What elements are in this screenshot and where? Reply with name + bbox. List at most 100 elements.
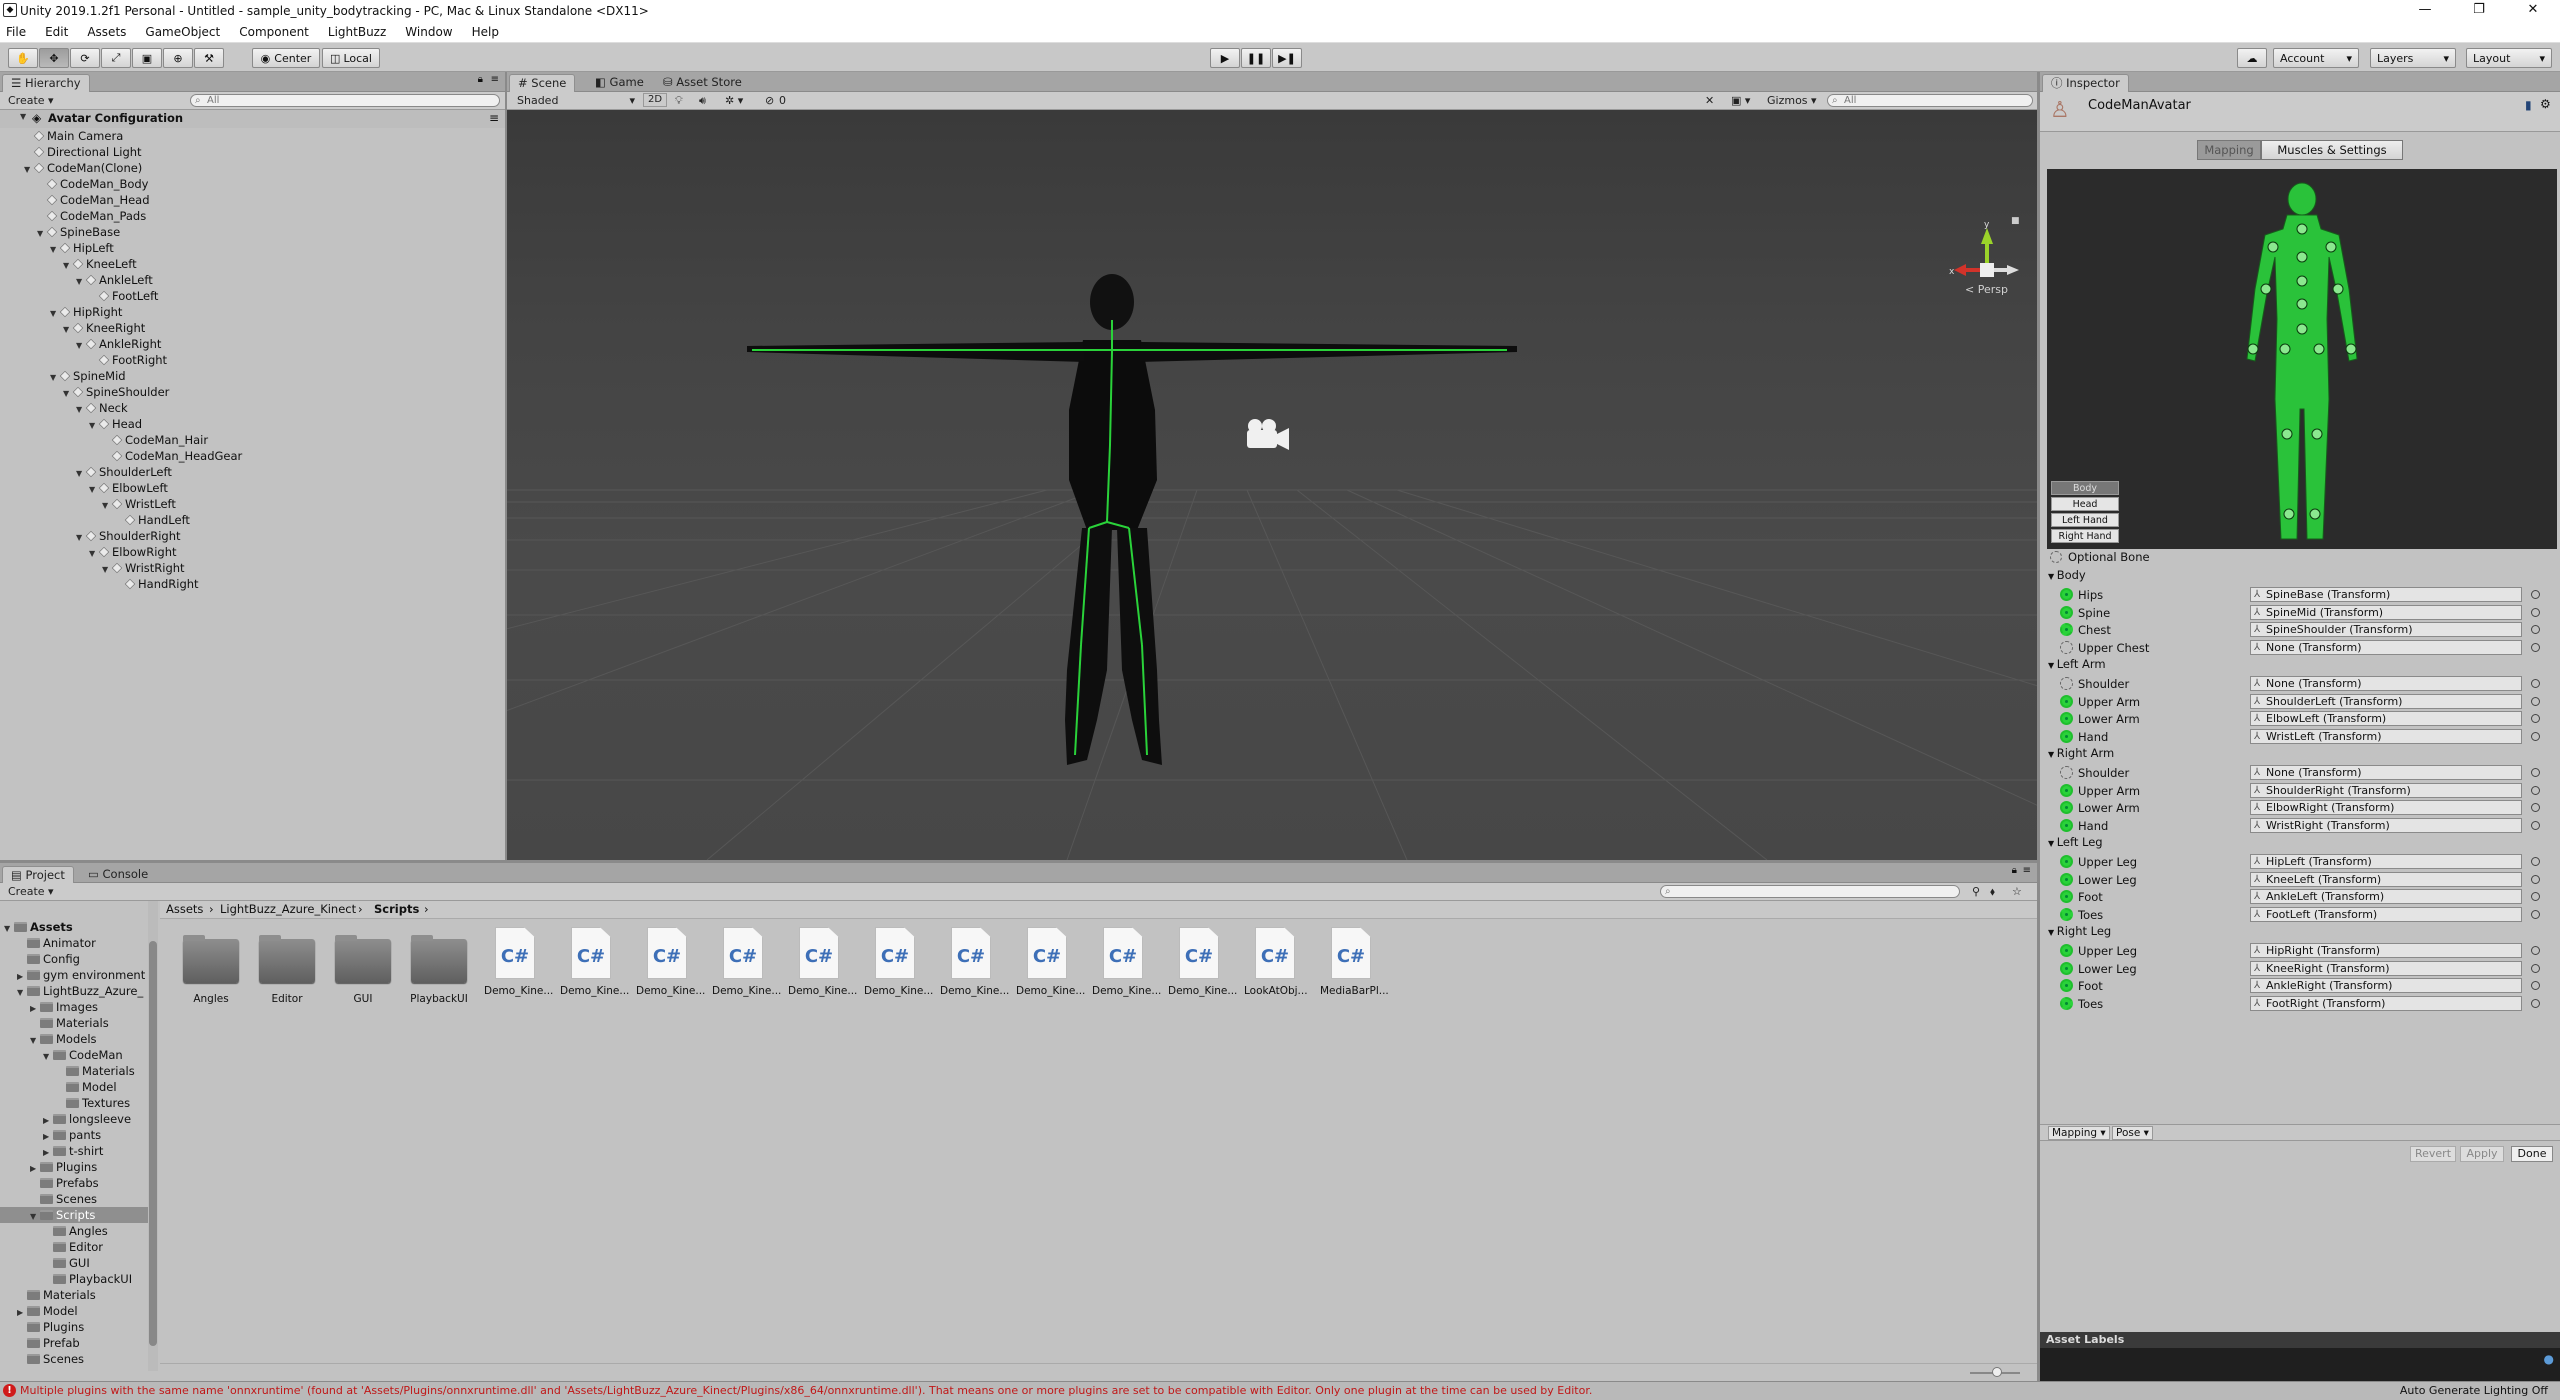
expand-arrow-icon[interactable]: ▼ [4,921,14,937]
bone-transform-field[interactable]: None (Transform) [2250,675,2522,691]
expand-arrow-icon[interactable]: ▼ [2048,750,2057,759]
menu-component[interactable]: Component [239,25,309,39]
bone-status-icon[interactable] [2060,997,2073,1011]
project-tree-item[interactable]: Materials [56,1063,135,1079]
object-picker-icon[interactable] [2531,803,2540,813]
bone-transform-field[interactable]: KneeLeft (Transform) [2250,871,2522,887]
hierarchy-item[interactable]: ▼ ShoulderRight [76,528,181,544]
avatar-body-view[interactable]: Body Head Left Hand Right Hand [2047,169,2557,549]
bone-status-icon[interactable] [2060,694,2073,708]
object-picker-icon[interactable] [2531,589,2540,599]
project-tree-item[interactable]: ▶ Plugins [30,1159,97,1175]
mapping-dropdown[interactable]: Mapping ▾ [2048,1126,2110,1140]
hierarchy-item[interactable]: ▼ SpineBase [37,224,120,240]
project-tree-item[interactable]: Prefabs [30,1175,99,1191]
asset-script[interactable]: C# Demo_Kine... [864,927,933,997]
hierarchy-item[interactable]: FootLeft [89,288,158,304]
bone-status-icon[interactable] [2060,641,2073,655]
bone-group-header[interactable]: ▼ Left Arm [2048,657,2106,671]
bone-status-icon[interactable] [2060,712,2073,726]
hierarchy-item[interactable]: ▼ SpineShoulder [63,384,169,400]
restore-icon[interactable]: ❐ [2452,0,2506,21]
project-tree-item[interactable]: ▶ Model [17,1303,78,1319]
project-tree-item[interactable]: GUI [43,1255,90,1271]
panel-splitter[interactable] [2037,72,2040,1381]
project-tree-item[interactable]: Scenes [17,1351,84,1367]
asset-script[interactable]: C# Demo_Kine... [712,927,781,997]
panel-splitter[interactable] [0,860,2037,863]
bone-group-header[interactable]: ▼ Body [2048,568,2086,582]
hierarchy-item[interactable]: ▼ AnkleRight [76,336,161,352]
expand-arrow-icon[interactable]: ▼ [76,466,86,482]
asset-script[interactable]: C# Demo_Kine... [1092,927,1161,997]
lock-icon[interactable]: 🔒︎ [478,74,483,85]
expand-arrow-icon[interactable]: ▼ [2048,928,2057,937]
project-tree-item[interactable]: PlaybackUI [43,1271,132,1287]
bone-transform-field[interactable]: FootRight (Transform) [2250,996,2522,1012]
done-button[interactable]: Done [2511,1146,2553,1162]
project-tree-item[interactable]: Animator [17,935,96,951]
project-tree-item[interactable]: ▼ Scripts [0,1207,148,1223]
object-picker-icon[interactable] [2531,714,2540,724]
project-tree-item[interactable]: Angles [43,1223,108,1239]
menu-edit[interactable]: Edit [45,25,68,39]
apply-button[interactable]: Apply [2460,1146,2504,1162]
favorite-star-icon[interactable]: ☆ [2012,884,2022,899]
object-picker-icon[interactable] [2531,767,2540,777]
hierarchy-item[interactable]: CodeMan_Pads [37,208,146,224]
asset-script[interactable]: C# Demo_Kine... [940,927,1009,997]
help-book-icon[interactable]: ▮ [2525,98,2532,112]
body-part-left-hand[interactable]: Left Hand [2051,513,2119,527]
tab-asset-store[interactable]: ⛁ Asset Store [655,74,750,92]
breadcrumb-assets[interactable]: Assets [166,901,203,918]
bone-status-icon[interactable] [2060,605,2073,619]
expand-arrow-icon[interactable]: ▼ [89,546,99,562]
object-picker-icon[interactable] [2531,874,2540,884]
bone-status-icon[interactable] [2060,623,2073,637]
object-picker-icon[interactable] [2531,999,2540,1009]
scale-tool-icon[interactable]: ⤢ [101,48,131,68]
panel-menu-icon[interactable]: ≡ [2023,865,2031,876]
lock-icon[interactable]: 🔒︎ [2012,865,2017,876]
expand-arrow-icon[interactable]: ▼ [20,112,30,121]
hierarchy-item[interactable]: ▼ CodeMan(Clone) [24,160,142,176]
asset-folder[interactable]: PlaybackUI [408,927,470,1005]
project-tree-item[interactable]: Scenes [30,1191,97,1207]
bone-transform-field[interactable]: HipLeft (Transform) [2250,853,2522,869]
asset-script[interactable]: C# Demo_Kine... [1168,927,1237,997]
hierarchy-item[interactable]: ▼ SpineMid [50,368,126,384]
object-picker-icon[interactable] [2531,981,2540,991]
move-tool-icon[interactable]: ✥ [39,48,69,68]
bone-status-icon[interactable] [2060,908,2073,922]
object-picker-icon[interactable] [2531,856,2540,866]
tab-project[interactable]: ▤ Project [2,866,74,883]
scene-search-input[interactable]: ⌕ All [1827,94,2033,107]
rect-tool-icon[interactable]: ▣ [132,48,162,68]
expand-arrow-icon[interactable]: ▼ [17,985,27,1001]
asset-script[interactable]: C# MediaBarPl... [1320,927,1389,997]
bone-status-icon[interactable] [2060,783,2073,797]
mapping-tab[interactable]: Mapping [2197,140,2261,160]
pause-button[interactable]: ❚❚ [1241,48,1271,68]
scene-root-row[interactable]: ▼ ◈ Avatar Configuration ≡ [0,110,505,128]
project-tree-item[interactable]: ▼ LightBuzz_Azure_ [17,983,143,999]
object-picker-icon[interactable] [2531,821,2540,831]
hierarchy-item[interactable]: CodeMan_Head [37,192,150,208]
object-picker-icon[interactable] [2531,607,2540,617]
tab-hierarchy[interactable]: ☰ Hierarchy [2,74,90,92]
project-tree-item[interactable]: Materials [30,1015,109,1031]
expand-arrow-icon[interactable]: ▼ [30,1033,40,1049]
project-tree-item[interactable]: ▶ longsleeve [43,1111,131,1127]
close-icon[interactable]: ✕ [2506,0,2560,21]
object-picker-icon[interactable] [2531,625,2540,635]
asset-script[interactable]: C# Demo_Kine... [1016,927,1085,997]
project-tree-item[interactable]: ▼ Models [30,1031,97,1047]
project-tree-item[interactable]: ▼ CodeMan [43,1047,123,1063]
bone-status-icon[interactable] [2060,943,2073,957]
gizmos-dropdown[interactable]: Gizmos ▾ [1767,93,1817,108]
expand-arrow-icon[interactable]: ▼ [76,274,86,290]
bone-transform-field[interactable]: SpineShoulder (Transform) [2250,622,2522,638]
menu-gameobject[interactable]: GameObject [145,25,220,39]
hierarchy-item[interactable]: ▼ ElbowLeft [89,480,168,496]
hierarchy-item[interactable]: CodeMan_Body [37,176,148,192]
